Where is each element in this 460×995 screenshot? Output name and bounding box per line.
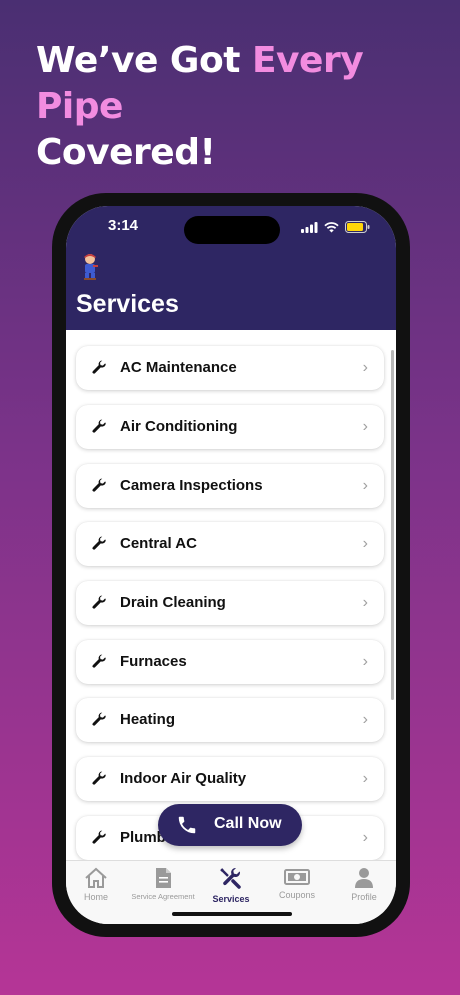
tab-label: Services — [212, 894, 250, 904]
service-label: Camera Inspections — [120, 477, 263, 494]
app-header: 3:14 Services — [66, 206, 396, 330]
tab-label: Coupons — [278, 890, 316, 900]
chevron-right-icon: › — [362, 359, 368, 376]
wrench-icon — [92, 536, 106, 550]
marketing-headline: We’ve Got Every Pipe Covered! — [36, 38, 446, 176]
page-title: Services — [76, 290, 179, 318]
dynamic-island — [184, 216, 280, 244]
tab-profile[interactable]: Profile — [331, 865, 396, 909]
headline-text-1: We’ve Got — [36, 40, 252, 81]
chevron-right-icon: › — [362, 594, 368, 611]
mascot-logo-icon[interactable] — [80, 252, 100, 280]
call-now-label: Call Now — [214, 815, 282, 832]
service-label: Indoor Air Quality — [120, 770, 247, 787]
status-time: 3:14 — [108, 217, 139, 234]
service-item-drain-cleaning[interactable]: Drain Cleaning › — [76, 581, 384, 625]
status-icons — [301, 220, 370, 234]
phone-screen: 3:14 Services AC Maintenance › Air Condi… — [66, 206, 396, 924]
wrench-icon — [92, 419, 106, 433]
document-icon — [156, 868, 171, 888]
status-bar: 3:14 — [66, 206, 396, 246]
chevron-right-icon: › — [362, 418, 368, 435]
chevron-right-icon: › — [362, 829, 368, 846]
call-now-button[interactable]: Call Now — [158, 804, 302, 846]
service-item-central-ac[interactable]: Central AC › — [76, 522, 384, 566]
tab-home[interactable]: Home — [66, 865, 129, 909]
wrench-icon — [92, 830, 106, 844]
service-label: Drain Cleaning — [120, 594, 226, 611]
money-icon — [284, 869, 310, 885]
wrench-icon — [92, 595, 106, 609]
home-indicator — [172, 912, 292, 916]
service-item-indoor-air-quality[interactable]: Indoor Air Quality › — [76, 757, 384, 801]
chevron-right-icon: › — [362, 535, 368, 552]
wrench-icon — [92, 771, 106, 785]
service-item-camera-inspections[interactable]: Camera Inspections › — [76, 464, 384, 508]
services-list[interactable]: AC Maintenance › Air Conditioning › Came… — [66, 330, 396, 860]
tab-coupons[interactable]: Coupons — [264, 865, 330, 909]
service-item-furnaces[interactable]: Furnaces › — [76, 640, 384, 684]
wrench-icon — [92, 360, 106, 374]
chevron-right-icon: › — [362, 477, 368, 494]
battery-icon — [345, 221, 370, 233]
service-label: AC Maintenance — [120, 359, 237, 376]
tab-label: Service Agreement — [131, 892, 195, 901]
tab-services[interactable]: Services — [198, 865, 264, 909]
chevron-right-icon: › — [362, 770, 368, 787]
tools-icon — [220, 867, 241, 889]
tab-label: Home — [83, 892, 108, 902]
wrench-icon — [92, 654, 106, 668]
chevron-right-icon: › — [362, 653, 368, 670]
signal-icon — [301, 221, 318, 233]
service-label: Central AC — [120, 535, 197, 552]
tab-service-agreement[interactable]: Service Agreement — [130, 865, 196, 909]
service-item-heating[interactable]: Heating › — [76, 698, 384, 742]
service-label: Heating — [120, 711, 176, 728]
home-icon — [85, 867, 107, 888]
service-item-air-conditioning[interactable]: Air Conditioning › — [76, 405, 384, 449]
person-icon — [355, 868, 373, 888]
service-label: Air Conditioning — [120, 418, 238, 435]
service-item-ac-maintenance[interactable]: AC Maintenance › — [76, 346, 384, 390]
tab-bar: Home Service Agreement Services Coupons … — [66, 860, 396, 924]
wrench-icon — [92, 478, 106, 492]
wifi-icon — [324, 221, 339, 232]
headline-text-2: Covered! — [36, 132, 216, 173]
wrench-icon — [92, 712, 106, 726]
tab-label: Profile — [351, 892, 377, 902]
scrollbar[interactable] — [391, 350, 394, 700]
phone-icon — [178, 816, 196, 834]
chevron-right-icon: › — [362, 711, 368, 728]
service-label: Furnaces — [120, 653, 187, 670]
